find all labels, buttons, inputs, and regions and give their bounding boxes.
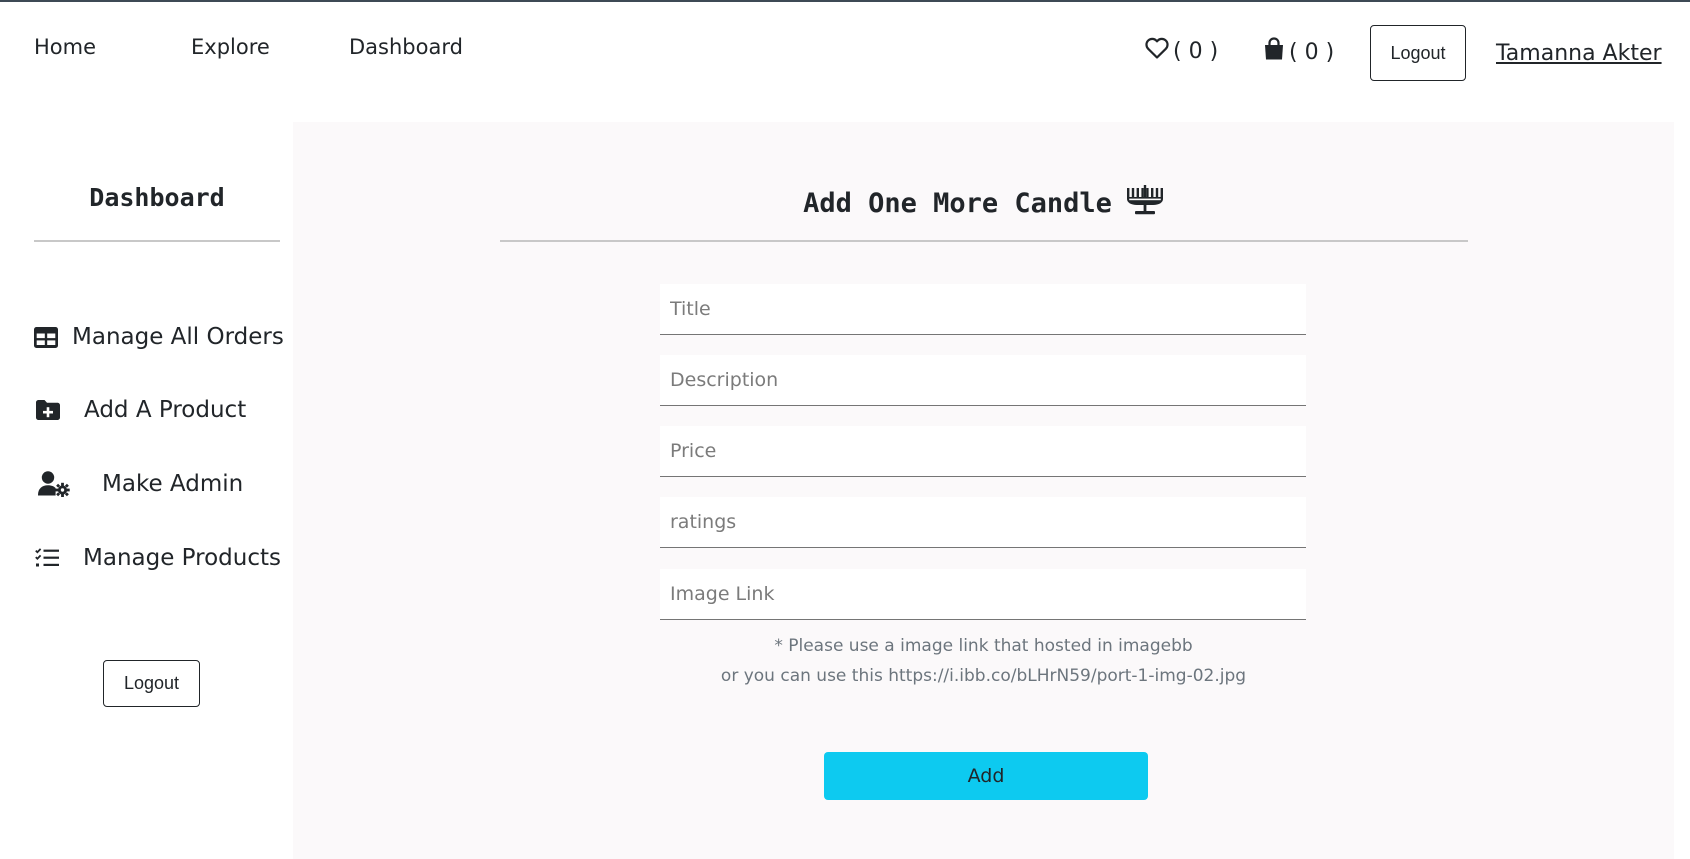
description-input[interactable] bbox=[660, 355, 1306, 406]
dashboard-sidebar: Dashboard Manage All Orders Add A Produc… bbox=[0, 112, 293, 859]
sidebar-logout-button[interactable]: Logout bbox=[103, 660, 200, 707]
menorah-icon bbox=[1112, 185, 1164, 222]
image-example-text: or you can use this https://i.ibb.co/bLH… bbox=[720, 666, 1247, 686]
navbar-logout-button[interactable]: Logout bbox=[1370, 25, 1466, 81]
wishlist-count: ( 0 ) bbox=[1173, 38, 1219, 64]
add-button[interactable]: Add bbox=[824, 752, 1148, 800]
nav-home-link[interactable]: Home bbox=[34, 35, 96, 59]
title-divider bbox=[500, 240, 1468, 242]
sidebar-item-label: Make Admin bbox=[102, 471, 244, 497]
price-input[interactable] bbox=[660, 426, 1306, 477]
nav-dashboard-link[interactable]: Dashboard bbox=[349, 35, 463, 59]
image-link-input[interactable] bbox=[660, 569, 1306, 620]
ratings-input[interactable] bbox=[660, 497, 1306, 548]
top-navbar: Home Explore Dashboard ( 0 ) ( 0 ) Logou… bbox=[0, 2, 1690, 112]
sidebar-item-manage-orders[interactable]: Manage All Orders bbox=[34, 324, 284, 350]
page-title: Add One More Candle bbox=[293, 185, 1674, 222]
table-icon bbox=[34, 326, 72, 348]
sidebar-item-label: Manage All Orders bbox=[72, 324, 284, 350]
user-name-link[interactable]: Tamanna Akter bbox=[1496, 41, 1662, 66]
image-hint-text: * Please use a image link that hosted in… bbox=[774, 636, 1193, 656]
cart-count: ( 0 ) bbox=[1289, 39, 1335, 65]
wishlist-counter[interactable]: ( 0 ) bbox=[1145, 37, 1218, 65]
sidebar-item-manage-products[interactable]: Manage Products bbox=[35, 545, 281, 571]
nav-explore-link[interactable]: Explore bbox=[191, 35, 270, 59]
cart-counter[interactable]: ( 0 ) bbox=[1263, 37, 1334, 67]
sidebar-item-label: Add A Product bbox=[84, 397, 247, 423]
sidebar-item-add-product[interactable]: Add A Product bbox=[36, 397, 246, 423]
folder-plus-icon bbox=[36, 400, 84, 420]
checklist-icon bbox=[35, 548, 83, 568]
page-title-text: Add One More Candle bbox=[803, 188, 1112, 219]
sidebar-item-make-admin[interactable]: Make Admin bbox=[38, 471, 243, 497]
sidebar-divider bbox=[34, 240, 280, 242]
sidebar-title: Dashboard bbox=[89, 183, 225, 212]
user-cog-icon bbox=[38, 471, 102, 497]
shopping-bag-icon bbox=[1263, 37, 1289, 67]
sidebar-item-label: Manage Products bbox=[83, 545, 281, 571]
add-product-panel: Add One More Candle Title Description Pr… bbox=[293, 122, 1674, 859]
title-input[interactable] bbox=[660, 284, 1306, 335]
heart-icon bbox=[1145, 37, 1173, 65]
